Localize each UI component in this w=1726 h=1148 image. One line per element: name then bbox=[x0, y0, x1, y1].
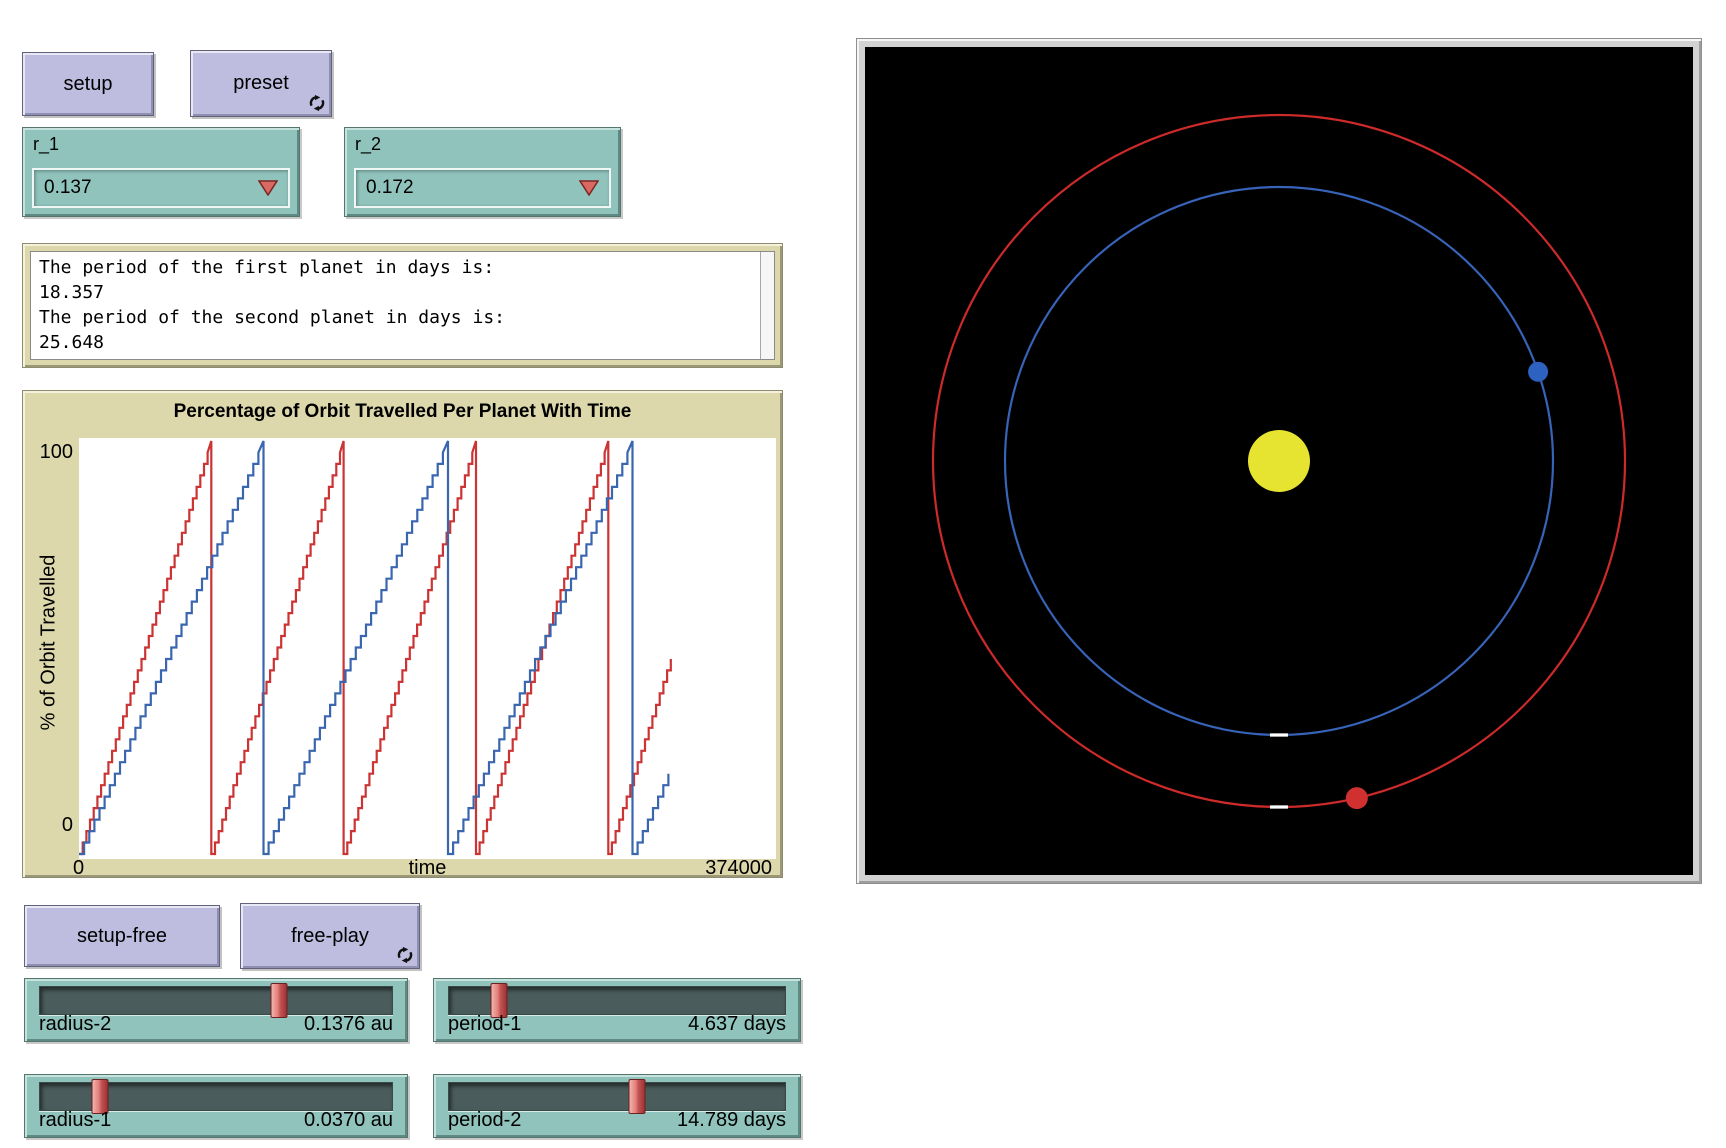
world-view bbox=[865, 47, 1693, 875]
inner-orbit-planet bbox=[1528, 362, 1548, 382]
setup-button-label: setup bbox=[64, 73, 113, 96]
world-view-frame bbox=[856, 38, 1702, 884]
plot-series-second-planet bbox=[79, 441, 668, 854]
slider-label: period-1 bbox=[448, 1013, 521, 1036]
chooser-r2-valuebox[interactable]: 0.172 bbox=[354, 168, 611, 208]
plot-canvas bbox=[79, 438, 776, 859]
dropdown-arrow-icon[interactable] bbox=[258, 180, 278, 196]
forever-icon bbox=[396, 946, 414, 964]
chooser-r2-value: 0.172 bbox=[366, 177, 579, 199]
world-canvas bbox=[865, 47, 1693, 875]
slider-track[interactable] bbox=[39, 986, 393, 1015]
plot-area bbox=[79, 438, 776, 859]
chooser-r1-label: r_1 bbox=[33, 134, 59, 155]
output-line: The period of the second planet in days … bbox=[39, 305, 774, 330]
slider-label: period-2 bbox=[448, 1109, 521, 1132]
x-axis-title: time bbox=[79, 857, 776, 880]
setup-free-button-label: setup-free bbox=[77, 925, 167, 948]
outer-orbit-planet bbox=[1346, 787, 1368, 809]
output-line: 25.648 bbox=[39, 330, 774, 355]
slider-radius-2[interactable]: radius-2 0.1376 au bbox=[24, 978, 408, 1042]
slider-value: 0.1376 au bbox=[304, 1013, 393, 1036]
y-axis-title: % of Orbit Travelled bbox=[38, 543, 61, 743]
free-play-button[interactable]: free-play bbox=[240, 903, 420, 969]
y-axis-max-label: 100 bbox=[23, 441, 73, 464]
output-monitor: The period of the first planet in days i… bbox=[22, 243, 783, 368]
output-text: The period of the first planet in days i… bbox=[30, 251, 775, 360]
chooser-r2[interactable]: r_2 0.172 bbox=[344, 127, 621, 217]
slider-radius-1[interactable]: radius-1 0.0370 au bbox=[24, 1074, 408, 1138]
slider-period-1[interactable]: period-1 4.637 days bbox=[433, 978, 801, 1042]
chooser-r1[interactable]: r_1 0.137 bbox=[22, 127, 300, 217]
dropdown-arrow-icon[interactable] bbox=[579, 180, 599, 196]
slider-label: radius-1 bbox=[39, 1109, 111, 1132]
slider-value: 0.0370 au bbox=[304, 1109, 393, 1132]
output-scrollbar[interactable] bbox=[760, 252, 774, 359]
plot-series-first-planet bbox=[79, 441, 671, 854]
setup-free-button[interactable]: setup-free bbox=[24, 905, 220, 967]
setup-button[interactable]: setup bbox=[22, 52, 154, 116]
chooser-r2-label: r_2 bbox=[355, 134, 381, 155]
slider-track[interactable] bbox=[448, 1082, 786, 1111]
slider-value: 14.789 days bbox=[677, 1109, 786, 1132]
slider-label: radius-2 bbox=[39, 1013, 111, 1036]
free-play-button-label: free-play bbox=[291, 925, 369, 948]
chooser-r1-valuebox[interactable]: 0.137 bbox=[32, 168, 290, 208]
x-axis-max-label: 374000 bbox=[705, 857, 772, 880]
y-axis-min-label: 0 bbox=[23, 814, 73, 837]
sun bbox=[1248, 430, 1310, 492]
output-line: 18.357 bbox=[39, 280, 774, 305]
output-line: The period of the first planet in days i… bbox=[39, 255, 774, 280]
orbit-percentage-plot: Percentage of Orbit Travelled Per Planet… bbox=[22, 390, 783, 878]
plot-title: Percentage of Orbit Travelled Per Planet… bbox=[23, 401, 782, 423]
slider-track[interactable] bbox=[39, 1082, 393, 1111]
slider-track[interactable] bbox=[448, 986, 786, 1015]
preset-button-label: preset bbox=[233, 72, 289, 95]
chooser-r1-value: 0.137 bbox=[44, 177, 258, 199]
slider-value: 4.637 days bbox=[688, 1013, 786, 1036]
forever-icon bbox=[308, 94, 326, 112]
preset-button[interactable]: preset bbox=[190, 50, 332, 117]
slider-period-2[interactable]: period-2 14.789 days bbox=[433, 1074, 801, 1138]
netlogo-interface: setup preset r_1 0.137 r_2 0.172 bbox=[0, 0, 1726, 1148]
